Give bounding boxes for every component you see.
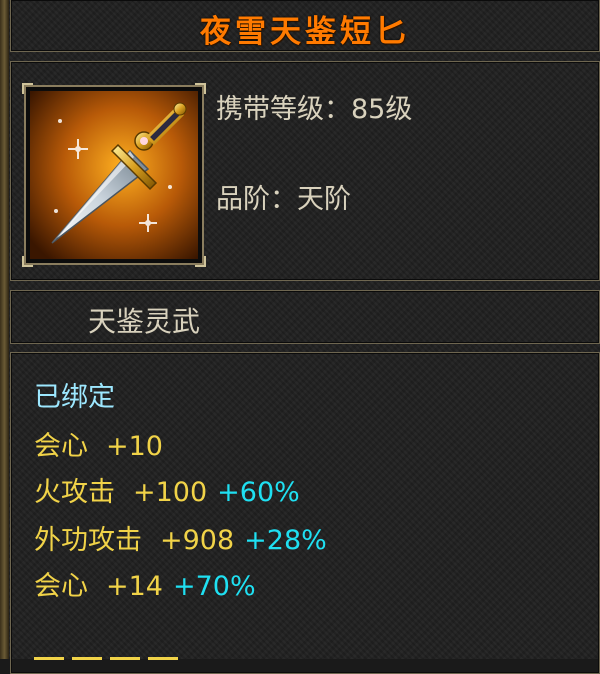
bound-status: 已绑定 (34, 382, 115, 413)
dagger-icon (30, 91, 198, 259)
stat-line: 火攻击 +100 +60% (34, 470, 300, 509)
item-icon-frame (22, 83, 206, 267)
side-border (0, 0, 9, 659)
stat-line: 会心 +10 (34, 424, 163, 463)
stat-line: 会心 +14 +70% (34, 564, 256, 603)
title-panel: 夜雪天鉴短匕 (10, 0, 600, 52)
stat-line: 外功攻击 +908 +28% (34, 518, 327, 557)
item-name: 夜雪天鉴短匕 (200, 14, 410, 50)
stat-name: 外功攻击 (34, 525, 142, 556)
stat-value: +14 (106, 571, 163, 602)
stat-name: 火攻击 (34, 477, 115, 508)
stat-value: +10 (106, 431, 163, 462)
stat-name: 会心 (34, 571, 88, 602)
item-tooltip: 夜雪天鉴短匕 携带等级：85级 品阶：天阶 天鉴灵武 已绑定 会心 +10 火攻… (0, 0, 600, 674)
stat-name: 会心 (34, 431, 88, 462)
item-grade: 品阶：天阶 (216, 184, 351, 215)
stat-percent: +60% (217, 477, 300, 508)
item-category: 天鉴灵武 (88, 305, 201, 338)
stat-percent: +70% (172, 571, 256, 602)
clipped-stat-line (34, 648, 244, 660)
stat-value: +100 (133, 477, 208, 508)
stat-percent: +28% (244, 525, 327, 556)
stat-value: +908 (160, 525, 235, 556)
carry-level: 携带等级：85级 (216, 94, 413, 125)
